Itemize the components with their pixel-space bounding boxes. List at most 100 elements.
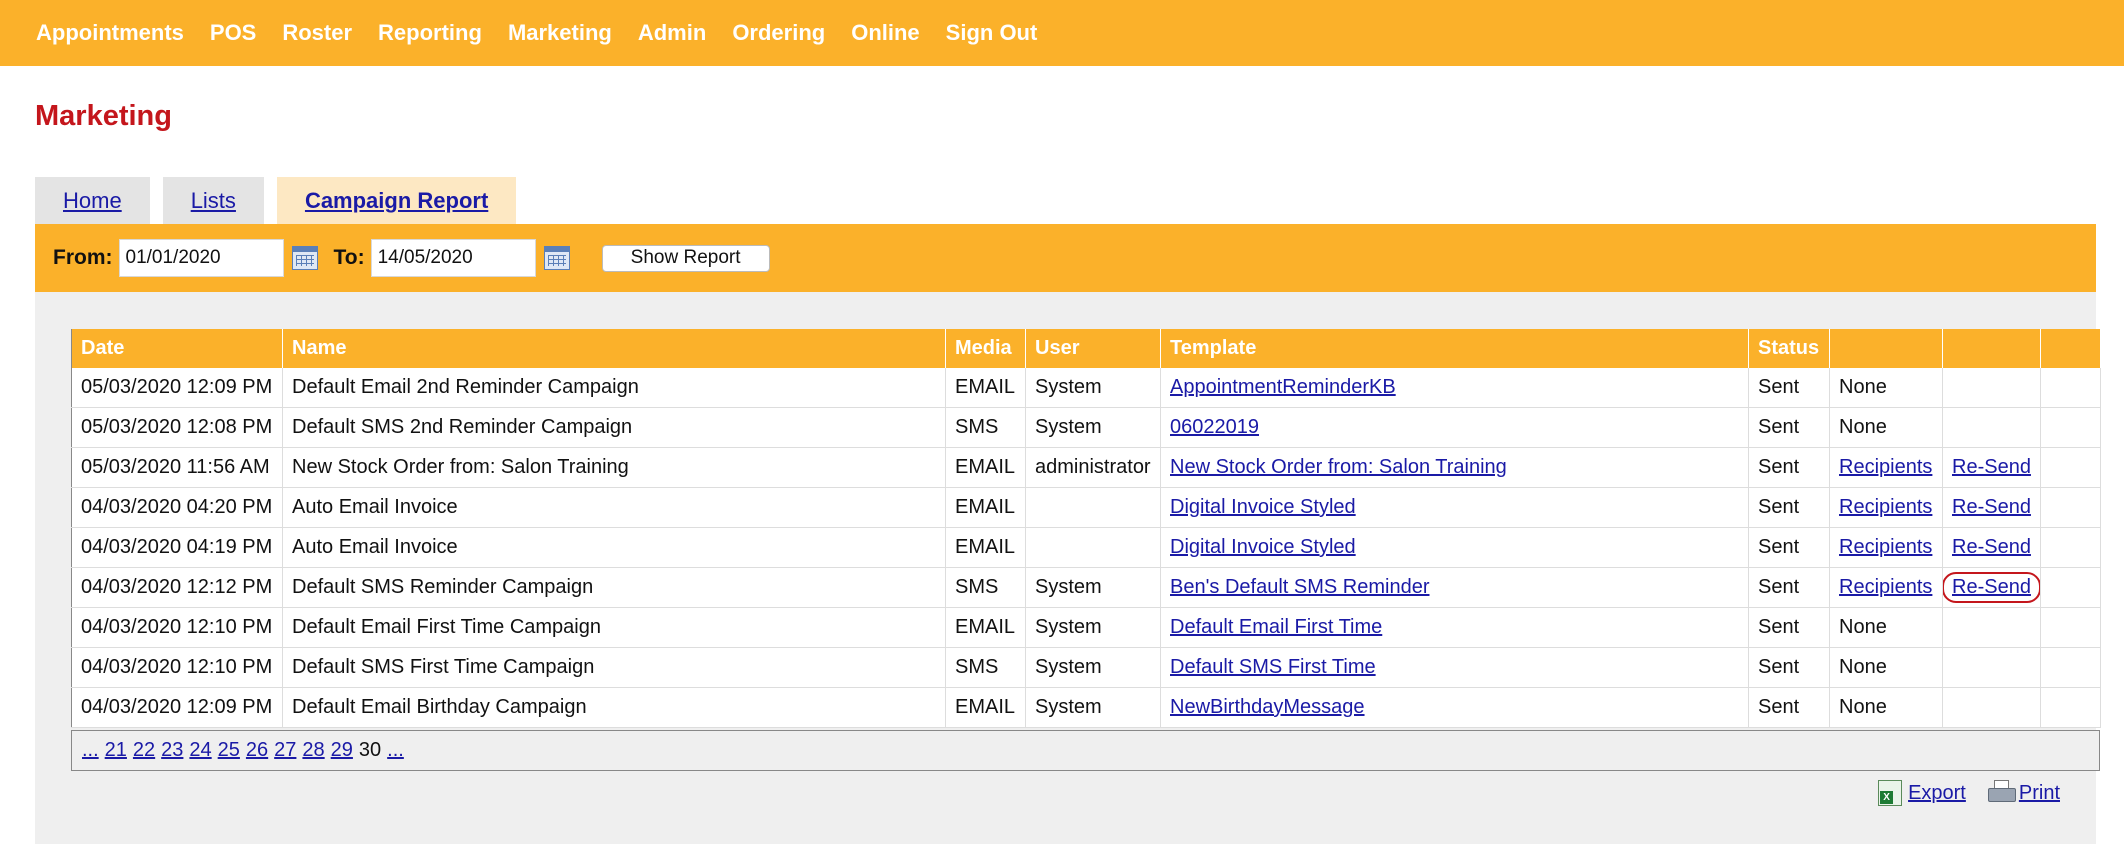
resend-link[interactable]: Re-Send bbox=[1952, 536, 2031, 558]
page-current: 30 bbox=[358, 739, 382, 761]
resend-link-highlighted[interactable]: Re-Send bbox=[1942, 572, 2040, 603]
header-media[interactable]: Media bbox=[945, 329, 1026, 368]
cell-status: Sent bbox=[1748, 567, 1830, 608]
recipients-link[interactable]: Recipients bbox=[1839, 456, 1932, 478]
cell-media: SMS bbox=[945, 647, 1026, 688]
nav-ordering[interactable]: Ordering bbox=[732, 20, 825, 46]
page-link-22[interactable]: 22 bbox=[133, 739, 155, 762]
nav-reporting[interactable]: Reporting bbox=[378, 20, 482, 46]
table-row: 04/03/2020 12:10 PM Default SMS First Ti… bbox=[71, 647, 2101, 688]
nav-admin[interactable]: Admin bbox=[638, 20, 706, 46]
template-link[interactable]: Ben's Default SMS Reminder bbox=[1170, 576, 1429, 598]
tab-lists[interactable]: Lists bbox=[162, 177, 264, 224]
cell-template: Default SMS First Time bbox=[1160, 647, 1749, 688]
top-navigation: Appointments POS Roster Reporting Market… bbox=[0, 0, 2124, 66]
nav-appointments[interactable]: Appointments bbox=[36, 20, 184, 46]
cell-media: EMAIL bbox=[945, 368, 1026, 408]
cell-user: System bbox=[1025, 567, 1161, 608]
nav-online[interactable]: Online bbox=[851, 20, 919, 46]
cell-template: New Stock Order from: Salon Training bbox=[1160, 447, 1749, 488]
cell-media: EMAIL bbox=[945, 527, 1026, 568]
cell-date: 04/03/2020 04:20 PM bbox=[71, 487, 283, 528]
cell-recipients: Recipients bbox=[1829, 487, 1943, 528]
nav-sign-out[interactable]: Sign Out bbox=[946, 20, 1038, 46]
cell-media: EMAIL bbox=[945, 607, 1026, 648]
template-link[interactable]: Default SMS First Time bbox=[1170, 656, 1376, 678]
calendar-icon[interactable] bbox=[291, 246, 318, 270]
page-link-23[interactable]: 23 bbox=[161, 739, 183, 762]
template-link[interactable]: AppointmentReminderKB bbox=[1170, 376, 1396, 398]
cell-template: Ben's Default SMS Reminder bbox=[1160, 567, 1749, 608]
print-link[interactable]: Print bbox=[2019, 782, 2060, 805]
template-link[interactable]: Digital Invoice Styled bbox=[1170, 496, 1356, 518]
page-link-21[interactable]: 21 bbox=[105, 739, 127, 762]
header-template[interactable]: Template bbox=[1160, 329, 1749, 368]
resend-link[interactable]: Re-Send bbox=[1952, 456, 2031, 478]
cell-media: SMS bbox=[945, 407, 1026, 448]
cell-extra bbox=[2040, 647, 2101, 688]
page-link-26[interactable]: 26 bbox=[246, 739, 268, 762]
excel-icon[interactable] bbox=[1878, 780, 1903, 806]
cell-date: 04/03/2020 12:10 PM bbox=[71, 607, 283, 648]
table-row: 05/03/2020 12:08 PM Default SMS 2nd Remi… bbox=[71, 407, 2101, 448]
page-link-24[interactable]: 24 bbox=[189, 739, 211, 762]
header-status[interactable]: Status bbox=[1748, 329, 1830, 368]
cell-name: Default Email Birthday Campaign bbox=[282, 687, 946, 728]
cell-name: Default SMS First Time Campaign bbox=[282, 647, 946, 688]
cell-status: Sent bbox=[1748, 647, 1830, 688]
page-link-29[interactable]: 29 bbox=[331, 739, 353, 762]
cell-user: System bbox=[1025, 687, 1161, 728]
cell-resend: Re-Send bbox=[1942, 527, 2041, 568]
cell-recipients: None bbox=[1829, 687, 1943, 728]
calendar-icon[interactable] bbox=[543, 246, 570, 270]
cell-template: NewBirthdayMessage bbox=[1160, 687, 1749, 728]
cell-extra bbox=[2040, 368, 2101, 408]
page-link-next-ellipsis[interactable]: ... bbox=[387, 739, 404, 762]
cell-resend bbox=[1942, 607, 2041, 648]
page-title: Marketing bbox=[35, 100, 172, 132]
template-link[interactable]: 06022019 bbox=[1170, 416, 1259, 438]
cell-date: 05/03/2020 11:56 AM bbox=[71, 447, 283, 488]
printer-icon[interactable] bbox=[1987, 780, 2016, 806]
recipients-link[interactable]: Recipients bbox=[1839, 576, 1932, 598]
cell-name: Auto Email Invoice bbox=[282, 487, 946, 528]
template-link[interactable]: Digital Invoice Styled bbox=[1170, 536, 1356, 558]
cell-extra bbox=[2040, 567, 2101, 608]
recipients-link[interactable]: Recipients bbox=[1839, 536, 1932, 558]
table-row: 05/03/2020 12:09 PM Default Email 2nd Re… bbox=[71, 368, 2101, 408]
export-link[interactable]: Export bbox=[1908, 782, 1966, 805]
cell-template: AppointmentReminderKB bbox=[1160, 368, 1749, 408]
cell-date: 04/03/2020 12:09 PM bbox=[71, 687, 283, 728]
cell-name: Default Email First Time Campaign bbox=[282, 607, 946, 648]
page-link-27[interactable]: 27 bbox=[274, 739, 296, 762]
cell-resend: Re-Send bbox=[1942, 447, 2041, 488]
cell-media: SMS bbox=[945, 567, 1026, 608]
table-row: 04/03/2020 04:19 PM Auto Email Invoice E… bbox=[71, 527, 2101, 568]
header-user[interactable]: User bbox=[1025, 329, 1161, 368]
cell-status: Sent bbox=[1748, 607, 1830, 648]
template-link[interactable]: Default Email First Time bbox=[1170, 616, 1382, 638]
cell-recipients: None bbox=[1829, 368, 1943, 408]
tab-home[interactable]: Home bbox=[35, 177, 150, 224]
header-name[interactable]: Name bbox=[282, 329, 946, 368]
from-date-input[interactable] bbox=[118, 239, 284, 277]
page-link-25[interactable]: 25 bbox=[218, 739, 240, 762]
tab-campaign-report[interactable]: Campaign Report bbox=[276, 177, 517, 224]
template-link[interactable]: New Stock Order from: Salon Training bbox=[1170, 456, 1507, 478]
to-date-input[interactable] bbox=[370, 239, 536, 277]
resend-link[interactable]: Re-Send bbox=[1952, 496, 2031, 518]
recipients-link[interactable]: Recipients bbox=[1839, 496, 1932, 518]
cell-recipients: None bbox=[1829, 647, 1943, 688]
show-report-button[interactable]: Show Report bbox=[601, 244, 770, 272]
nav-roster[interactable]: Roster bbox=[282, 20, 352, 46]
template-link[interactable]: NewBirthdayMessage bbox=[1170, 696, 1365, 718]
header-extra bbox=[2040, 329, 2101, 368]
cell-status: Sent bbox=[1748, 527, 1830, 568]
nav-marketing[interactable]: Marketing bbox=[508, 20, 612, 46]
page-link-prev-ellipsis[interactable]: ... bbox=[82, 739, 99, 762]
header-date[interactable]: Date bbox=[71, 329, 283, 368]
cell-recipients: Recipients bbox=[1829, 567, 1943, 608]
page-link-28[interactable]: 28 bbox=[302, 739, 324, 762]
nav-pos[interactable]: POS bbox=[210, 20, 256, 46]
cell-date: 05/03/2020 12:08 PM bbox=[71, 407, 283, 448]
